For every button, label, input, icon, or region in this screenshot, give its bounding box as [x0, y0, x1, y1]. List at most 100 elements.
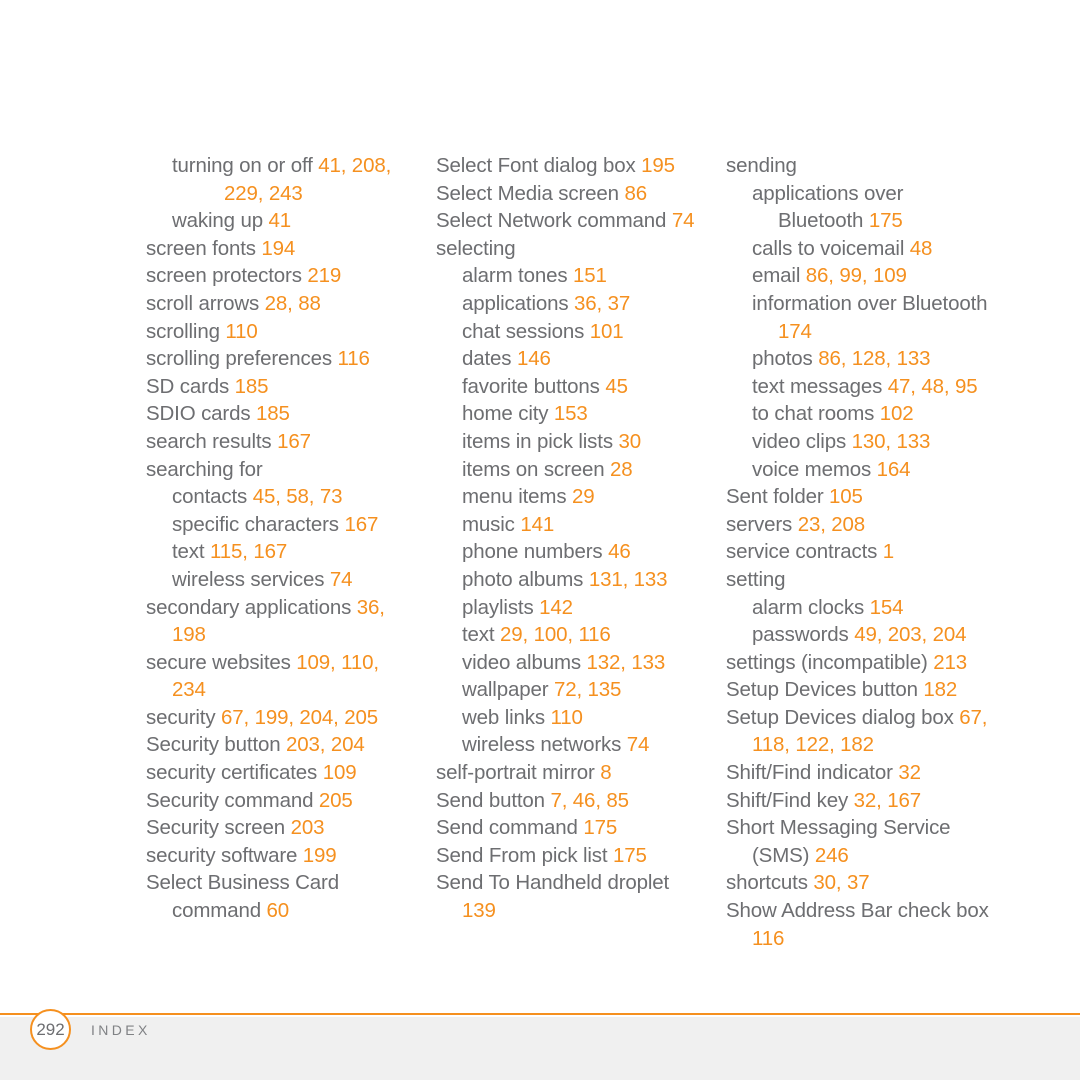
- index-page-references[interactable]: 153: [554, 402, 588, 425]
- index-page-references[interactable]: 45: [605, 375, 628, 398]
- index-page-references[interactable]: 86, 99, 109: [806, 264, 907, 287]
- index-page-references[interactable]: 29: [572, 485, 595, 508]
- index-page-references[interactable]: 199: [303, 844, 337, 867]
- index-page-references[interactable]: 41, 208,: [318, 154, 391, 177]
- index-page-references[interactable]: 86: [624, 182, 647, 205]
- index-page-references[interactable]: 101: [590, 320, 624, 343]
- index-page-references[interactable]: 141: [520, 513, 554, 536]
- index-page-references[interactable]: 74: [672, 209, 695, 232]
- index-page-references[interactable]: 118, 122, 182: [752, 733, 874, 756]
- index-page-references[interactable]: 45, 58, 73: [253, 485, 343, 508]
- index-page-references[interactable]: 234: [172, 678, 206, 701]
- index-entry-term: screen protectors: [146, 264, 308, 288]
- index-page-references[interactable]: 28, 88: [265, 292, 321, 315]
- index-page-references[interactable]: 203: [291, 816, 325, 839]
- index-page-references[interactable]: 7, 46, 85: [550, 789, 629, 812]
- index-page-references[interactable]: 28: [610, 458, 633, 481]
- index-page-references[interactable]: 60: [267, 899, 290, 922]
- index-page-references[interactable]: 203, 204: [286, 733, 365, 756]
- index-entry: security software 199: [146, 842, 436, 870]
- index-entry-term: playlists: [462, 595, 540, 619]
- index-entry-term: voice memos: [752, 457, 877, 481]
- index-page-references[interactable]: 23, 208: [798, 513, 866, 536]
- index-page-references[interactable]: 47, 48, 95: [888, 375, 978, 398]
- index-entry-term: Send To Handheld droplet: [436, 871, 670, 895]
- index-entry-term: web links: [462, 705, 551, 729]
- index-page-references[interactable]: 48: [910, 237, 933, 260]
- index-entry: waking up 41: [146, 207, 436, 235]
- index-page-references[interactable]: 182: [923, 678, 957, 701]
- index-page-references[interactable]: 41: [269, 209, 292, 232]
- index-entry: menu items 29: [436, 483, 726, 511]
- index-page-references[interactable]: 1: [883, 540, 894, 563]
- index-page-references[interactable]: 116: [752, 927, 784, 950]
- footer-band: [0, 1017, 1080, 1080]
- index-entry-term: security certificates: [146, 761, 323, 785]
- index-entry: scrolling 110: [146, 318, 436, 346]
- index-page-references[interactable]: 67,: [959, 706, 987, 729]
- index-page-references[interactable]: 174: [778, 320, 812, 343]
- index-page-references[interactable]: 167: [344, 513, 378, 536]
- index-page-references[interactable]: 164: [877, 458, 911, 481]
- index-entry: self-portrait mirror 8: [436, 759, 726, 787]
- index-page-references[interactable]: 146: [517, 347, 551, 370]
- index-page-references[interactable]: 86, 128, 133: [818, 347, 930, 370]
- index-page-references[interactable]: 205: [319, 789, 353, 812]
- index-page-references[interactable]: 30: [618, 430, 641, 453]
- index-page-references[interactable]: 131, 133: [589, 568, 668, 591]
- index-page-references[interactable]: 105: [829, 485, 863, 508]
- index-page-references[interactable]: 130, 133: [852, 430, 931, 453]
- index-entry: alarm clocks 154: [726, 594, 1016, 622]
- index-page-references[interactable]: 36, 37: [574, 292, 630, 315]
- index-page-references[interactable]: 229, 243: [224, 182, 303, 205]
- index-page-references[interactable]: 195: [641, 154, 675, 177]
- index-entry-term: security software: [146, 843, 303, 867]
- index-page-references[interactable]: 110: [551, 706, 583, 729]
- index-page-references[interactable]: 151: [573, 264, 607, 287]
- index-page-references[interactable]: 29, 100, 116: [500, 623, 611, 646]
- index-page-references[interactable]: 110: [225, 320, 257, 343]
- index-page-references[interactable]: 72, 135: [554, 678, 622, 701]
- index-page-references[interactable]: 132, 133: [587, 651, 666, 674]
- index-entry-term: photos: [752, 347, 819, 371]
- index-page-references[interactable]: 213: [933, 651, 967, 674]
- index-entry-term: items in pick lists: [462, 429, 619, 453]
- index-page-references[interactable]: 175: [583, 816, 617, 839]
- index-page-references[interactable]: 139: [462, 899, 496, 922]
- index-page-references[interactable]: 142: [539, 596, 573, 619]
- index-page-references[interactable]: 36,: [357, 596, 385, 619]
- index-page-references[interactable]: 109, 110,: [296, 651, 379, 674]
- index-page-references[interactable]: 115, 167: [210, 540, 287, 563]
- index-page-references[interactable]: 185: [256, 402, 290, 425]
- index-entry-term: waking up: [172, 209, 269, 233]
- index-page-references[interactable]: 185: [235, 375, 269, 398]
- index-page-references[interactable]: 32, 167: [854, 789, 922, 812]
- index-page-references[interactable]: 46: [608, 540, 631, 563]
- index-page-references[interactable]: 116: [338, 347, 370, 370]
- index-entry-term: searching for: [146, 457, 263, 481]
- column-2: Select Font dialog box 195 Select Media s…: [436, 152, 726, 925]
- index-entry: wireless networks 74: [436, 731, 726, 759]
- index-page-references[interactable]: 175: [869, 209, 903, 232]
- index-page-references[interactable]: 49, 203, 204: [854, 623, 966, 646]
- index-page-references[interactable]: 102: [880, 402, 914, 425]
- index-page-references[interactable]: 167: [277, 430, 311, 453]
- index-page-references[interactable]: 8: [600, 761, 611, 784]
- index-page-references[interactable]: 175: [613, 844, 647, 867]
- index-entry-continuation: 116: [726, 925, 1016, 953]
- index-entry-term: Sent folder: [726, 485, 830, 509]
- index-page-references[interactable]: 109: [323, 761, 357, 784]
- index-page-references[interactable]: 74: [330, 568, 353, 591]
- index-page-references[interactable]: 154: [870, 596, 904, 619]
- index-page-references[interactable]: 219: [307, 264, 341, 287]
- index-page-references[interactable]: 194: [261, 237, 295, 260]
- index-page-references[interactable]: 67, 199, 204, 205: [221, 706, 378, 729]
- index-entry-term: applications: [462, 291, 575, 315]
- index-entry: secure websites 109, 110,: [146, 649, 436, 677]
- index-page-references[interactable]: 30, 37: [813, 871, 869, 894]
- index-page-references[interactable]: 246: [815, 844, 849, 867]
- index-page-references[interactable]: 74: [627, 733, 650, 756]
- index-entry-term: Select Business Card: [146, 871, 339, 895]
- index-page-references[interactable]: 32: [898, 761, 921, 784]
- index-page-references[interactable]: 198: [172, 623, 206, 646]
